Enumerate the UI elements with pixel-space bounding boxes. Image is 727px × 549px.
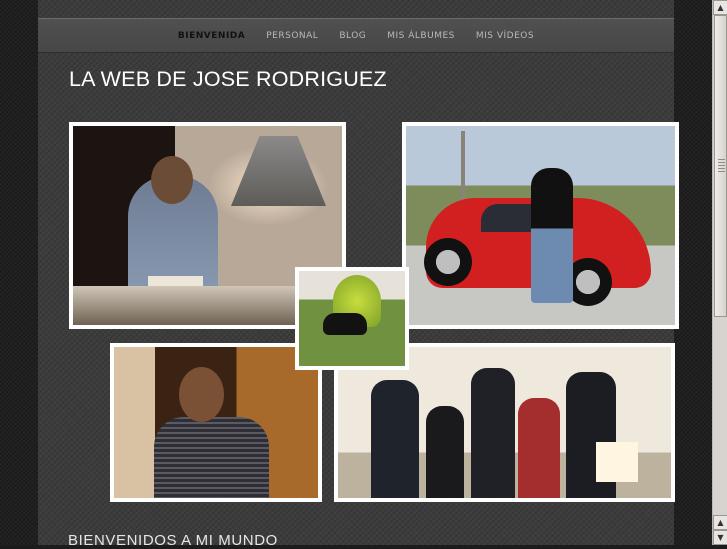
- scroll-thumb[interactable]: [714, 15, 727, 317]
- nav-item-mis-albumes[interactable]: MIS ÁLBUMES: [377, 31, 466, 41]
- black-cat-photo[interactable]: [295, 267, 409, 370]
- grip-icon: [718, 159, 725, 173]
- nav-item-bienvenida[interactable]: BIENVENIDA: [167, 31, 255, 41]
- nav-item-mis-videos[interactable]: MIS VÍDEOS: [465, 31, 544, 41]
- vertical-scrollbar[interactable]: ▲ ▲ ▼: [712, 0, 727, 545]
- lamp: [596, 442, 638, 482]
- top-navigation: BIENVENIDA PERSONAL BLOG MIS ÁLBUMES MIS…: [38, 18, 674, 53]
- person-figure: [471, 368, 515, 498]
- person-figure: [371, 380, 419, 498]
- person-figure: [426, 406, 464, 498]
- scroll-down-icon[interactable]: ▼: [713, 530, 727, 545]
- person-head: [151, 156, 193, 204]
- person-figure: [518, 398, 560, 498]
- black-cat: [323, 313, 367, 335]
- person-body: [154, 417, 269, 498]
- scroll-up-icon[interactable]: ▲: [713, 0, 727, 15]
- guitar-photo[interactable]: [110, 343, 322, 502]
- range-hood: [231, 136, 326, 206]
- section-heading: BIENVENIDOS A MI MUNDO: [68, 532, 278, 549]
- person-figure: [531, 168, 573, 303]
- site-title[interactable]: LA WEB DE JOSE RODRIGUEZ: [69, 67, 387, 92]
- nav-item-personal[interactable]: PERSONAL: [256, 31, 329, 41]
- scroll-up-icon[interactable]: ▲: [713, 515, 727, 530]
- red-car-photo[interactable]: [402, 122, 679, 329]
- nav-item-blog[interactable]: BLOG: [329, 31, 377, 41]
- front-wheel: [424, 238, 472, 286]
- person-head: [179, 367, 224, 422]
- main-content: BIENVENIDA PERSONAL BLOG MIS ÁLBUMES MIS…: [38, 0, 679, 549]
